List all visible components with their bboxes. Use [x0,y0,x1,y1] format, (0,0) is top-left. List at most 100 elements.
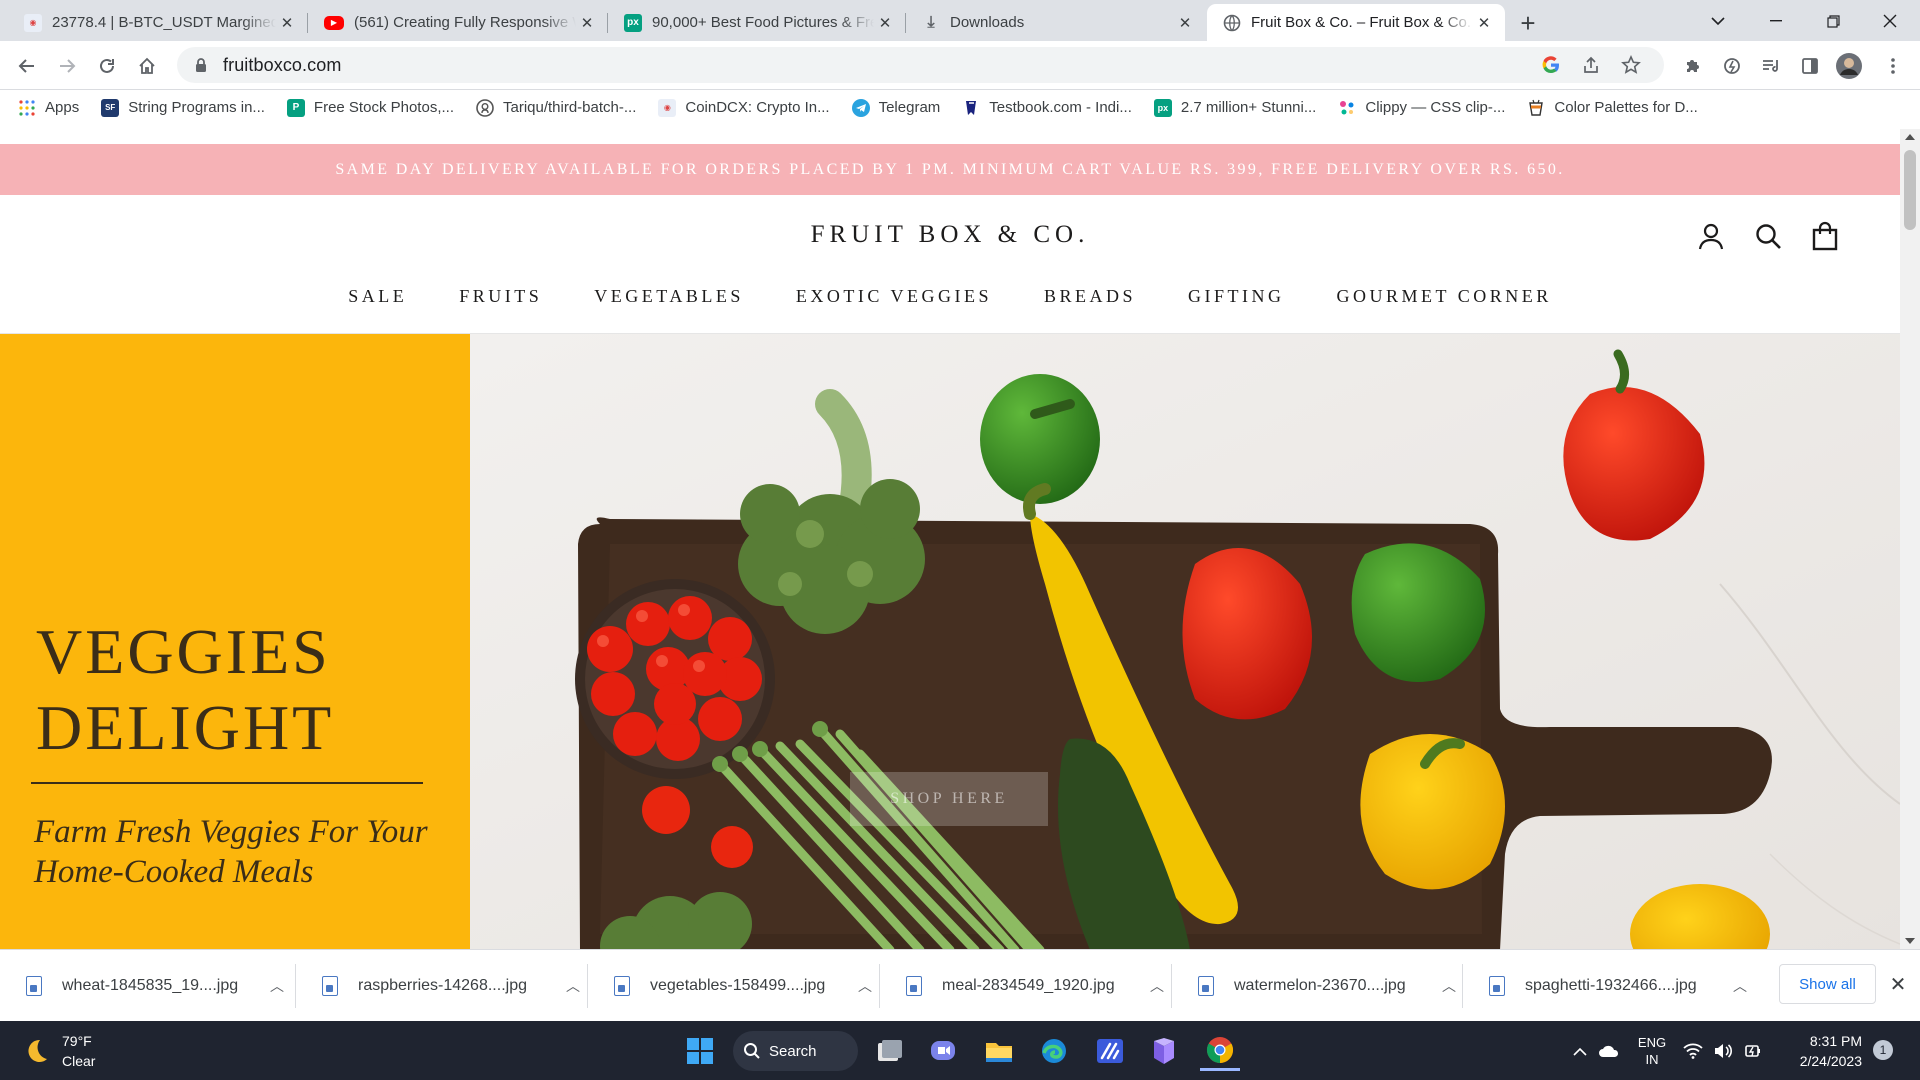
tab-coindcx[interactable]: ◉ 23778.4 | B-BTC_USDT Margined ✕ [8,4,308,41]
address-bar[interactable]: fruitboxco.com [177,47,1664,83]
back-arrow-icon[interactable] [10,49,44,83]
restore-icon[interactable] [1810,6,1856,36]
power-automate-icon[interactable] [1144,1031,1184,1071]
nav-gourmet-corner[interactable]: GOURMET CORNER [1337,286,1552,307]
battery-charging-icon[interactable] [1738,1043,1768,1059]
weather-widget[interactable]: 79°F Clear [22,1031,95,1071]
minimize-icon[interactable] [1753,6,1799,36]
bookmark-star-icon[interactable] [1620,54,1642,76]
chevron-up-icon[interactable]: ︿ [1733,976,1753,996]
bookmark-pexels[interactable]: px 2.7 million+ Stunni... [1153,98,1317,117]
download-item[interactable]: raspberries-14268....jpg ︿ [296,950,588,1022]
vscode-preview-icon[interactable] [1090,1031,1130,1071]
tab-fruitbox[interactable]: Fruit Box & Co. – Fruit Box & Co. ✕ [1207,4,1505,41]
bookmark-label: Free Stock Photos,... [313,99,454,116]
profile-avatar[interactable] [1832,49,1866,83]
bookmark-github[interactable]: Tariqu/third-batch-... [476,98,636,117]
download-item[interactable]: watermelon-23670....jpg ︿ [1172,950,1463,1022]
nav-fruits[interactable]: FRUITS [459,286,542,307]
bookmark-color-palettes[interactable]: Color Palettes for D... [1527,99,1698,117]
onedrive-cloud-icon[interactable] [1592,1044,1626,1058]
image-file-icon [322,976,338,996]
wifi-icon[interactable] [1678,1043,1708,1059]
scrollbar-thumb[interactable] [1904,150,1916,230]
tab-downloads[interactable]: ⤓ Downloads ✕ [906,4,1206,41]
nav-breads[interactable]: BREADS [1044,286,1136,307]
media-queue-icon[interactable] [1754,49,1788,83]
windows-start-icon[interactable] [680,1031,720,1071]
chrome-icon[interactable] [1200,1031,1240,1071]
url-text[interactable]: fruitboxco.com [223,55,341,76]
chevron-up-icon[interactable]: ︿ [1442,976,1462,996]
close-icon[interactable]: ✕ [576,12,598,34]
clock[interactable]: 8:31 PM 2/24/2023 [1790,1031,1862,1071]
tab-search-icon[interactable] [1695,6,1741,36]
cup-icon [1527,99,1545,117]
bookmark-telegram[interactable]: Telegram [851,98,940,117]
bookmark-label: 2.7 million+ Stunni... [1180,99,1317,116]
show-all-button[interactable]: Show all [1779,964,1876,1004]
account-icon[interactable] [1695,220,1727,252]
edge-browser-icon[interactable] [1034,1031,1074,1071]
tab-title: Fruit Box & Co. – Fruit Box & Co. [1251,14,1472,31]
hero-subtitle-line: Farm Fresh Veggies For Your [34,814,428,850]
extension-icon[interactable] [1715,49,1749,83]
tab-youtube[interactable]: ▶ (561) Creating Fully Responsive W ✕ [308,4,608,41]
reload-icon[interactable] [90,49,124,83]
language-indicator[interactable]: ENG IN [1626,1034,1678,1068]
bookmark-coindcx[interactable]: ◉ CoinDCX: Crypto In... [658,98,830,117]
close-window-icon[interactable] [1867,6,1913,36]
forward-arrow-icon[interactable] [50,49,84,83]
bookmark-testbook[interactable]: Testbook.com - Indi... [962,99,1132,117]
bookmark-free-stock-photos[interactable]: P Free Stock Photos,... [286,98,454,117]
download-item[interactable]: meal-2834549_1920.jpg ︿ [880,950,1172,1022]
bookmark-apps[interactable]: Apps [18,99,79,117]
file-explorer-icon[interactable] [979,1031,1019,1071]
close-icon[interactable]: ✕ [276,12,298,34]
chevron-up-icon[interactable]: ︿ [858,976,878,996]
notification-badge[interactable]: 1 [1873,1040,1893,1060]
close-icon[interactable]: ✕ [1174,12,1196,34]
nav-sale[interactable]: SALE [348,286,407,307]
menu-kebab-icon[interactable] [1876,49,1910,83]
download-item[interactable]: wheat-1845835_19....jpg ︿ [0,950,296,1022]
nav-gifting[interactable]: GIFTING [1188,286,1285,307]
bookmark-clippy[interactable]: Clippy — CSS clip-... [1338,99,1505,117]
shop-here-button[interactable]: SHOP HERE [850,772,1048,826]
speaker-volume-icon[interactable] [1708,1043,1738,1059]
youtube-icon: ▶ [324,15,344,30]
scroll-down-arrow-icon[interactable] [1905,938,1915,944]
github-icon [476,98,494,117]
page-scrollbar[interactable] [1900,129,1920,949]
new-tab-button[interactable]: + [1513,8,1543,38]
scroll-up-arrow-icon[interactable] [1905,134,1915,140]
language-region: IN [1645,1052,1659,1067]
task-view-icon[interactable] [870,1031,910,1071]
lock-icon[interactable] [191,57,211,73]
download-item[interactable]: vegetables-158499....jpg ︿ [588,950,880,1022]
share-icon[interactable] [1580,54,1602,76]
close-icon[interactable]: ✕ [874,12,896,34]
brand-logo[interactable]: FRUIT BOX & CO. [0,221,1900,249]
home-icon[interactable] [130,49,164,83]
taskbar-search[interactable]: Search [733,1031,858,1071]
search-icon[interactable] [1752,220,1784,252]
chevron-up-icon[interactable]: ︿ [270,976,290,996]
nav-exotic-veggies[interactable]: EXOTIC VEGGIES [796,286,992,307]
download-filename: watermelon-23670....jpg [1234,977,1406,994]
close-icon[interactable]: ✕ [1886,972,1910,996]
extensions-puzzle-icon[interactable] [1676,49,1710,83]
download-item[interactable]: spaghetti-1932466....jpg ︿ [1463,950,1755,1022]
nav-vegetables[interactable]: VEGETABLES [594,286,744,307]
tab-pexels[interactable]: px 90,000+ Best Food Pictures & Fre ✕ [608,4,906,41]
teams-chat-icon[interactable] [923,1031,963,1071]
chevron-up-icon[interactable]: ︿ [566,976,586,996]
chevron-up-icon[interactable]: ︿ [1150,976,1170,996]
bookmark-string-programs[interactable]: SF String Programs in... [101,98,265,117]
close-icon[interactable]: ✕ [1473,12,1495,34]
cart-bag-icon[interactable] [1809,220,1841,252]
google-lens-icon[interactable] [1540,54,1562,76]
bookmark-label: CoinDCX: Crypto In... [685,99,830,116]
side-panel-icon[interactable] [1793,49,1827,83]
chevron-up-icon[interactable] [1568,1047,1592,1056]
